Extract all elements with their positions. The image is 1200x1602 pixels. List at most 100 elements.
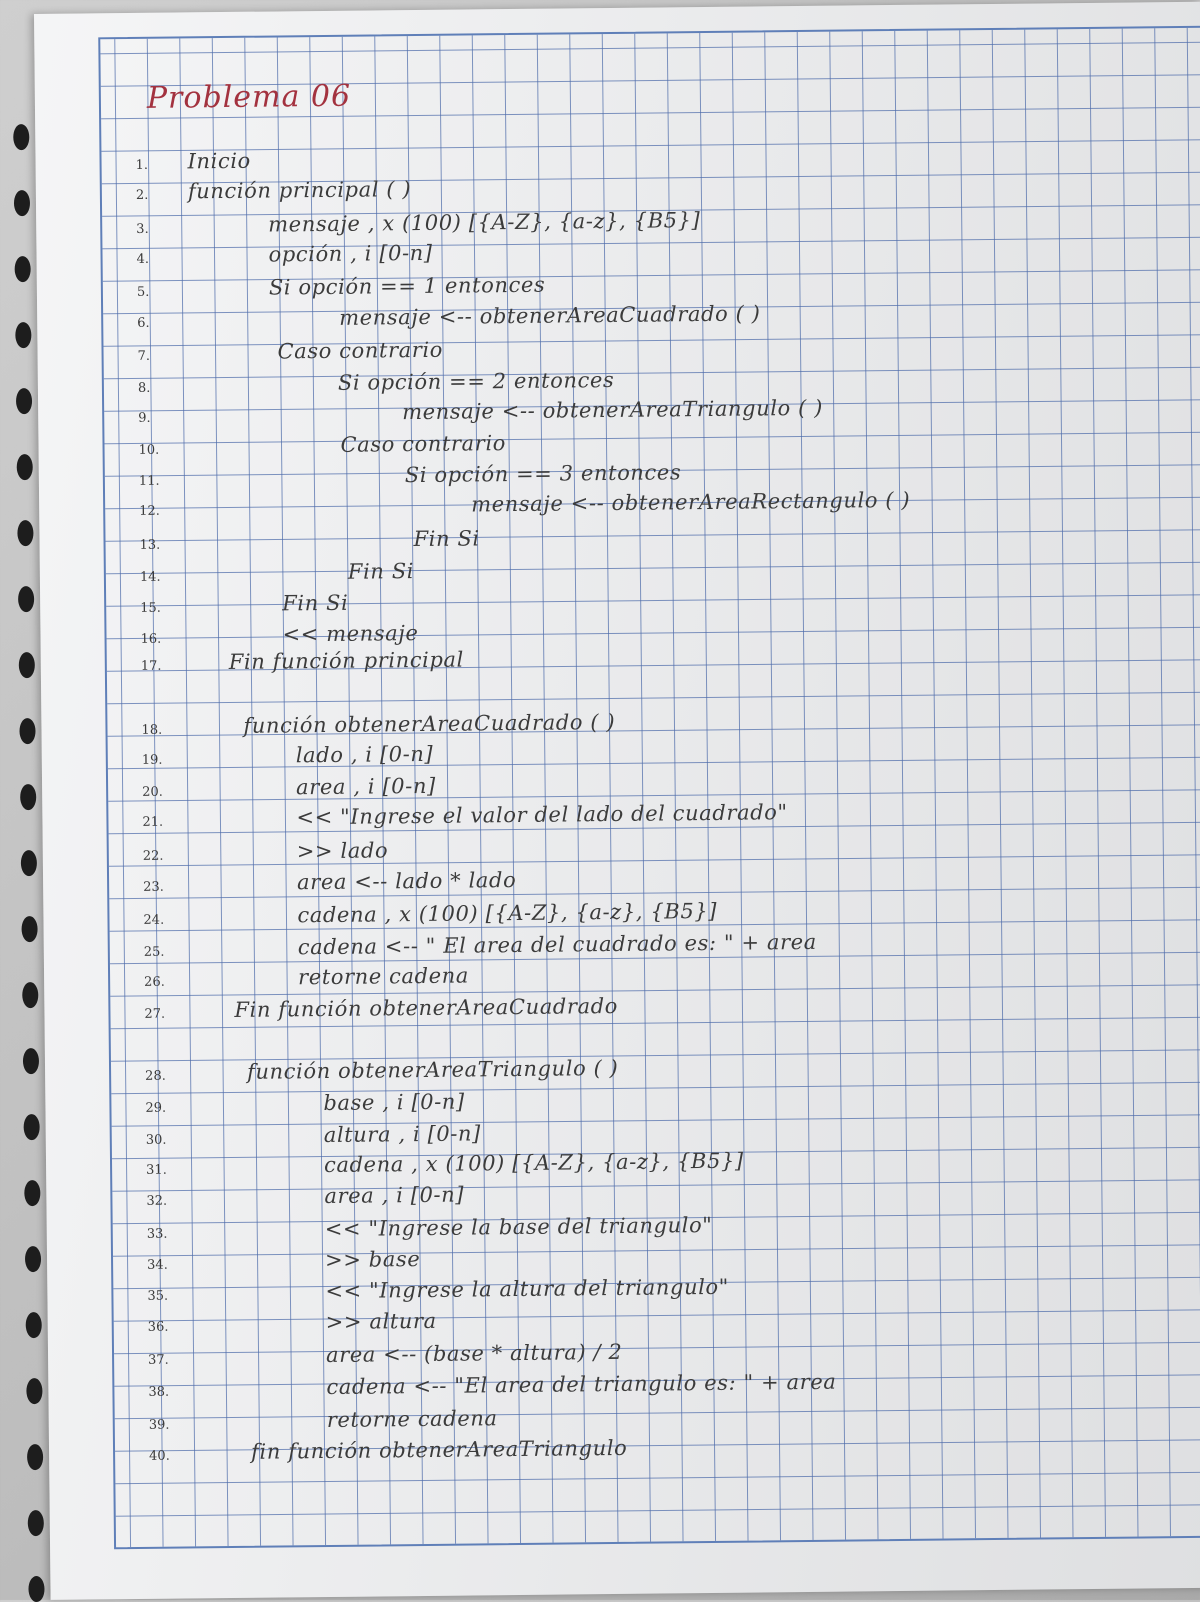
line-text: Si opción == 1 entonces [268,272,546,300]
line-text: fin función obtenerAreaTriangulo [250,1435,628,1464]
line-number: 19. [141,752,163,768]
binder-hole [20,784,37,811]
line-number: 28. [145,1068,166,1084]
line-number: 10. [138,442,160,458]
pseudocode-line: 10. Caso contrario [138,428,506,462]
pseudocode-line: 31. cadena , x (100) [{A-Z}, {a-z}, {B5}] [146,1146,744,1182]
pseudocode-line: 39. retorne cadena [149,1403,498,1437]
line-number: 37. [148,1352,169,1368]
line-number: 31. [146,1162,167,1178]
line-text: >> altura [325,1308,437,1335]
pseudocode-line: 34. >> base [147,1244,421,1277]
line-text: Fin Si [413,526,480,552]
line-text: cadena , x (100) [{A-Z}, {a-z}, {B5}] [297,898,718,928]
line-number: 4. [136,251,150,267]
pseudocode-line: 18. función obtenerAreaCuadrado ( ) [141,707,615,742]
binder-hole [26,1377,43,1405]
line-number: 32. [146,1193,168,1209]
line-text: mensaje <-- obtenerAreaRectangulo ( ) [471,487,911,517]
binder-hole [24,1245,42,1273]
binder-hole [22,1048,40,1075]
pseudocode-line: 26. retorne cadena [144,960,469,993]
line-number: 36. [147,1319,169,1335]
pseudocode-line: 28. función obtenerAreaTriangulo ( ) [145,1053,619,1088]
line-text: Caso contrario [277,337,444,364]
line-text: Fin función obtenerAreaCuadrado [234,993,619,1022]
pseudocode-line: 22. >> lado [143,835,389,868]
line-text: altura , i [0-n] [323,1121,482,1148]
line-text: mensaje <-- obtenerAreaTriangulo ( ) [402,395,824,425]
line-number: 23. [143,879,164,895]
pseudocode-line: 33. << "Ingrese la base del triangulo" [147,1210,713,1246]
pseudocode-line: 14. Fin Si [140,556,415,589]
pseudocode-line: 29. base , i [0-n] [145,1087,465,1120]
line-text: mensaje <-- obtenerAreaCuadrado ( ) [339,301,761,330]
pseudocode-line: 4. opción , i [0-n] [136,238,432,271]
pseudocode-line: 17. Fin función principal [141,645,464,678]
notebook-page: Problema 06 1. Inicio 2. función principal … [13,1,1200,1602]
line-text: cadena <-- "El area del triangulo es: " … [326,1369,837,1400]
line-number: 39. [148,1417,170,1433]
line-text: << "Ingrese la altura del triangulo" [325,1274,730,1304]
binder-hole [14,256,31,283]
binder-hole [25,1311,42,1339]
line-number: 7. [137,348,151,364]
line-text: cadena <-- " El area del cuadrado es: " … [297,929,817,960]
binder-hole [22,982,39,1009]
pseudocode-line: 2. función principal ( ) [136,174,412,207]
line-text: mensaje , x (100) [{A-Z}, {a-z}, {B5}] [268,208,701,237]
line-number: 34. [147,1257,168,1273]
pseudocode-line: 35. << "Ingrese la altura del triangulo" [147,1272,729,1308]
line-number: 15. [140,600,161,616]
line-number: 29. [145,1100,167,1116]
line-number: 26. [144,974,165,990]
binder-hole [23,1114,40,1141]
binder-hole [15,388,33,415]
line-text: Si opción == 3 entonces [404,460,682,488]
pseudocode-line: 37. area <-- (base * altura) / 2 [148,1337,623,1372]
line-text: cadena , x (100) [{A-Z}, {a-z}, {B5}] [323,1148,744,1178]
line-text: area <-- lado * lado [296,867,517,895]
line-text: << "Ingrese la base del triangulo" [324,1212,713,1242]
pseudocode-line: 30. altura , i [0-n] [146,1118,481,1152]
line-text: area <-- (base * altura) / 2 [325,1339,623,1368]
line-text: retorne cadena [297,963,470,990]
line-number: 27. [144,1006,166,1022]
line-text: base , i [0-n] [323,1089,465,1116]
line-text: Fin función principal [228,647,465,674]
binder-hole [17,520,34,547]
line-text: << mensaje [282,621,419,647]
line-text: >> base [324,1247,421,1273]
pseudocode-line: 13. Fin Si [139,523,479,557]
line-number: 21. [142,814,164,830]
line-text: >> lado [296,838,389,864]
line-text: Si opción == 2 entonces [337,367,615,395]
line-number: 33. [146,1226,168,1242]
pseudocode-line: 40. fin función obtenerAreaTriangulo [149,1433,628,1468]
line-text: Fin Si [282,590,349,616]
line-text: Caso contrario [340,431,507,457]
binder-hole [26,1443,44,1471]
page-title: Problema 06 [146,78,352,116]
pseudocode-line: 24. cadena , x (100) [{A-Z}, {a-z}, {B5}] [143,896,717,932]
pseudocode-line: 3. mensaje , x (100) [{A-Z}, {a-z}, {B5}] [136,205,700,241]
line-text: función obtenerAreaCuadrado ( ) [243,709,616,738]
line-number: 5. [136,284,150,300]
binder-hole [16,454,33,481]
binder-hole [21,916,38,943]
line-text: Fin Si [347,559,415,584]
line-number: 2. [135,187,149,203]
pseudocode-line: 5. Si opción == 1 entonces [137,270,546,304]
line-number: 9. [138,410,151,426]
line-text: area , i [0-n] [295,773,436,800]
line-text: lado , i [0-n] [295,741,434,768]
binder-hole [19,718,36,745]
pseudocode-line: 1. Inicio [135,146,251,177]
pseudocode-lines: 1. Inicio 2. función principal ( ) 3. mensaje… [34,2,1200,1464]
line-number: 38. [148,1384,170,1400]
pseudocode-line: 32. area , i [0-n] [146,1180,464,1213]
binder-hole [27,1509,44,1537]
line-text: area , i [0-n] [324,1182,465,1209]
pseudocode-line: 36. >> altura [148,1306,437,1339]
line-number: 12. [139,503,160,519]
